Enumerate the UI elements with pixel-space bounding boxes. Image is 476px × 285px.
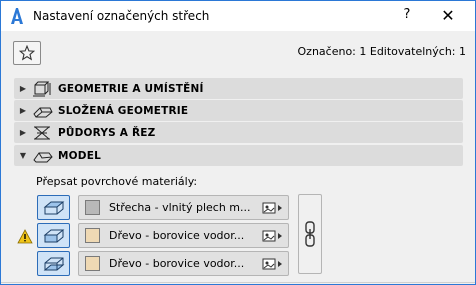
edge-surface-material-field[interactable]: Dřevo - borovice vodor... [78,223,289,248]
chain-link-icon [305,221,315,247]
collapse-arrow-icon: ▼ [19,151,27,160]
material-swatch [85,200,100,215]
material-picker-icon[interactable] [262,229,284,243]
override-edge-surface-button[interactable] [37,223,70,248]
bottom-surface-icon [43,257,64,270]
archicad-app-icon [11,8,23,24]
material-name: Dřevo - borovice vodor... [109,257,245,270]
warning-icon [17,229,33,244]
close-button[interactable]: ✕ [438,6,458,26]
panel-label: PŮDORYS A ŘEZ [58,126,156,139]
panel-label: SLOŽENÁ GEOMETRIE [58,104,189,117]
settings-dialog: Nastavení označených střech ? ✕ Označeno… [0,0,476,285]
title-bar: Nastavení označených střech ? ✕ [1,1,475,31]
material-picker-icon[interactable] [262,257,284,271]
help-button[interactable]: ? [397,7,417,25]
top-surface-icon [43,201,64,214]
material-name: Dřevo - borovice vodor... [109,229,245,242]
override-bottom-surface-button[interactable] [37,251,70,276]
panel-complex-geometry[interactable]: ▶ SLOŽENÁ GEOMETRIE [14,100,463,121]
geometry-placement-icon [33,81,51,96]
expand-arrow-icon: ▶ [19,106,27,115]
window-title: Nastavení označených střech [33,9,210,23]
model-icon [33,152,53,162]
override-materials-label: Přepsat povrchové materiály: [36,175,198,188]
top-surface-material-field[interactable]: Střecha - vlnitý plech m... [78,195,289,220]
selection-count: Označeno: 1 Editovatelných: 1 [297,45,466,58]
edge-surface-icon [43,229,64,242]
divider [1,282,475,283]
panel-label: GEOMETRIE A UMÍSTĚNÍ [58,82,204,95]
complex-geometry-icon [33,107,53,117]
panel-label: MODEL [58,149,101,162]
material-picker-icon[interactable] [262,201,284,215]
material-swatch [85,228,100,243]
favorites-button[interactable] [13,41,41,65]
panel-geometry-placement[interactable]: ▶ GEOMETRIE A UMÍSTĚNÍ [14,78,463,99]
expand-arrow-icon: ▶ [19,84,27,93]
material-swatch [85,256,100,271]
panel-floor-plan-section[interactable]: ▶ PŮDORYS A ŘEZ [14,122,463,143]
floor-plan-section-icon [34,126,50,139]
star-icon [19,45,35,61]
bottom-surface-material-field[interactable]: Dřevo - borovice vodor... [78,251,289,276]
material-name: Střecha - vlnitý plech m... [109,201,251,214]
link-materials-button[interactable] [298,194,322,274]
panel-model[interactable]: ▼ MODEL [14,145,463,166]
expand-arrow-icon: ▶ [19,128,27,137]
override-top-surface-button[interactable] [37,195,70,220]
